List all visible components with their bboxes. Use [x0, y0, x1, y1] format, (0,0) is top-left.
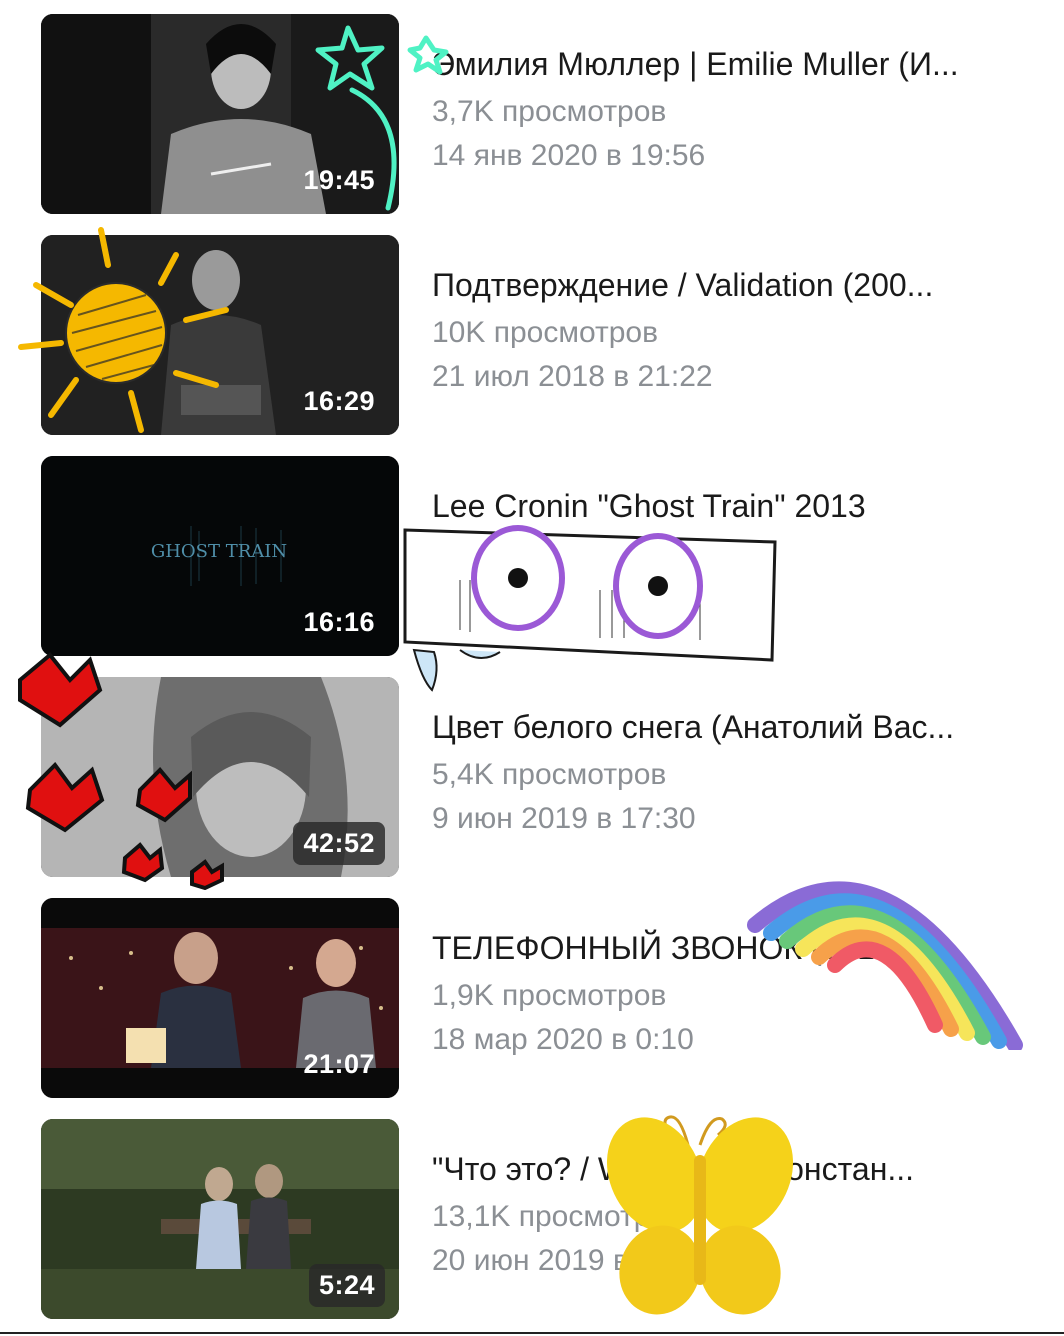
video-title[interactable]: "Что это? / What is it?" Констан... — [432, 1149, 1032, 1189]
video-duration: 16:29 — [303, 386, 375, 416]
video-title[interactable]: Эмилия Мюллер | Emilie Muller (И... — [432, 44, 1032, 84]
video-info: Цвет белого снега (Анатолий Вас... 5,4K … — [432, 707, 1032, 841]
video-info: Подтверждение / Validation (200... 10K п… — [432, 265, 1032, 399]
video-info: ТЕЛЕФОННЫЙ ЗВОНОК (2013) ... 1,9K просмо… — [432, 928, 1032, 1062]
video-item[interactable]: 42:52 Цвет белого снега (Анатолий Вас...… — [0, 677, 1064, 877]
video-thumbnail[interactable]: 19:45 — [41, 14, 399, 214]
video-item[interactable]: 16:29 Подтверждение / Validation (200...… — [0, 235, 1064, 435]
video-info: Lee Cronin "Ghost Train" 2013 — [432, 486, 1032, 532]
video-thumbnail[interactable]: 42:52 — [41, 677, 399, 877]
video-duration: 5:24 — [308, 1264, 385, 1307]
video-date: 9 июн 2019 в 17:30 — [432, 802, 696, 835]
video-views: 13,1K просмотров — [432, 1200, 684, 1233]
video-title[interactable]: Цвет белого снега (Анатолий Вас... — [432, 707, 1032, 747]
video-item[interactable]: 19:45 Эмилия Мюллер | Emilie Muller (И..… — [0, 14, 1064, 214]
video-views: 10K просмотров — [432, 316, 659, 349]
video-title[interactable]: ТЕЛЕФОННЫЙ ЗВОНОК (2013) ... — [432, 928, 1032, 968]
video-item[interactable]: 21:07 ТЕЛЕФОННЫЙ ЗВОНОК (2013) ... 1,9K … — [0, 898, 1064, 1098]
video-views: 3,7K просмотров — [432, 95, 667, 128]
video-date: 14 янв 2020 в 19:56 — [432, 139, 706, 172]
video-info: Эмилия Мюллер | Emilie Muller (И... 3,7K… — [432, 44, 1032, 178]
video-date: 20 июн 2019 в 10:00 — [432, 1244, 713, 1277]
video-views: 5,4K просмотров — [432, 758, 667, 791]
video-views: 1,9K просмотров — [432, 979, 667, 1012]
video-thumbnail[interactable]: GHOST TRAIN 16:16 — [41, 456, 399, 656]
video-thumbnail[interactable]: 21:07 — [41, 898, 399, 1098]
video-title[interactable]: Подтверждение / Validation (200... — [432, 265, 1032, 305]
video-date: 18 мар 2020 в 0:10 — [432, 1023, 694, 1056]
video-thumbnail[interactable]: 16:29 — [41, 235, 399, 435]
video-duration: 16:16 — [303, 607, 375, 637]
video-item[interactable]: 5:24 "Что это? / What is it?" Констан...… — [0, 1119, 1064, 1319]
video-duration: 19:45 — [303, 165, 375, 195]
video-info: "Что это? / What is it?" Констан... 13,1… — [432, 1149, 1032, 1283]
video-title[interactable]: Lee Cronin "Ghost Train" 2013 — [432, 486, 1032, 526]
video-duration: 21:07 — [303, 1049, 375, 1079]
thumbnail-caption: GHOST TRAIN — [151, 541, 287, 562]
video-thumbnail[interactable]: 5:24 — [41, 1119, 399, 1319]
video-duration: 42:52 — [293, 822, 385, 865]
bottom-divider — [0, 1332, 1064, 1334]
video-list: 19:45 Эмилия Мюллер | Emilie Muller (И..… — [0, 0, 1064, 1336]
video-date: 21 июл 2018 в 21:22 — [432, 360, 713, 393]
video-item[interactable]: GHOST TRAIN 16:16 Lee Cronin "Ghost Trai… — [0, 456, 1064, 656]
